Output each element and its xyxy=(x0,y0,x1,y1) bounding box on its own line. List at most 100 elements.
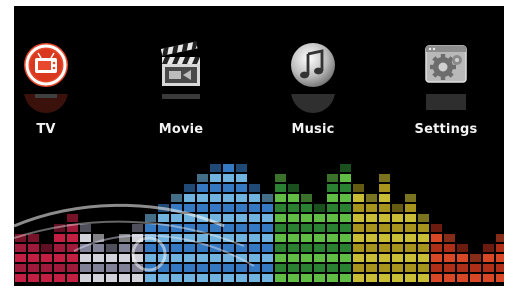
equalizer-cell xyxy=(470,274,481,282)
equalizer-cell xyxy=(444,274,455,282)
equalizer-cell xyxy=(275,234,286,242)
equalizer-cell xyxy=(15,274,26,282)
equalizer-cell xyxy=(197,194,208,202)
equalizer-cell xyxy=(327,184,338,192)
equalizer-cell xyxy=(340,194,351,202)
equalizer-cell xyxy=(340,264,351,272)
equalizer-cell xyxy=(327,274,338,282)
equalizer-cell xyxy=(275,214,286,222)
tv-icon xyxy=(21,40,71,90)
equalizer-cell xyxy=(80,234,91,242)
equalizer-cell xyxy=(132,274,143,282)
menu-item-tv[interactable]: TV xyxy=(14,36,101,156)
equalizer-cell xyxy=(41,254,52,262)
equalizer-cell xyxy=(249,184,260,192)
equalizer-cell xyxy=(184,254,195,262)
equalizer-cell xyxy=(54,264,65,272)
media-player-home-screen: TV Movie Music Settings xyxy=(14,6,504,286)
equalizer-cell xyxy=(301,224,312,232)
equalizer-cell xyxy=(275,244,286,252)
equalizer-cell xyxy=(353,224,364,232)
menu-label-music: Music xyxy=(291,122,335,137)
equalizer-cell xyxy=(171,254,182,262)
equalizer-cell xyxy=(67,234,78,242)
equalizer-cell xyxy=(327,194,338,202)
equalizer-cell xyxy=(119,274,130,282)
equalizer-cell xyxy=(236,184,247,192)
equalizer-cell xyxy=(483,264,494,272)
equalizer-cell xyxy=(457,264,468,272)
equalizer-cell xyxy=(457,244,468,252)
equalizer-cell xyxy=(275,274,286,282)
equalizer-cell xyxy=(288,264,299,272)
equalizer-cell xyxy=(67,264,78,272)
equalizer-cell xyxy=(301,214,312,222)
equalizer-cell xyxy=(80,264,91,272)
equalizer-cell xyxy=(470,264,481,272)
equalizer-cell xyxy=(223,184,234,192)
equalizer-cell xyxy=(275,174,286,182)
equalizer-cell xyxy=(93,254,104,262)
equalizer-cell xyxy=(483,274,494,282)
equalizer-cell xyxy=(379,194,390,202)
equalizer-cell xyxy=(184,274,195,282)
equalizer-cell xyxy=(392,274,403,282)
equalizer-cell xyxy=(392,204,403,212)
equalizer-cell xyxy=(210,164,221,172)
equalizer-cell xyxy=(327,204,338,212)
equalizer-cell xyxy=(210,254,221,262)
equalizer-cell xyxy=(275,224,286,232)
equalizer-cell xyxy=(314,234,325,242)
menu-item-music[interactable]: Music xyxy=(258,36,368,156)
equalizer-cell xyxy=(197,204,208,212)
equalizer-cell xyxy=(496,274,504,282)
equalizer-cell xyxy=(67,254,78,262)
equalizer-cell xyxy=(28,254,39,262)
equalizer-cell xyxy=(223,164,234,172)
equalizer-cell xyxy=(288,214,299,222)
equalizer-cell xyxy=(470,254,481,262)
equalizer-cell xyxy=(301,204,312,212)
equalizer-cell xyxy=(314,214,325,222)
equalizer-cell xyxy=(366,264,377,272)
equalizer-cell xyxy=(457,254,468,262)
equalizer-cell xyxy=(93,274,104,282)
equalizer-cell xyxy=(353,194,364,202)
equalizer-cell xyxy=(353,244,364,252)
equalizer-cell xyxy=(106,244,117,252)
equalizer-cell xyxy=(327,214,338,222)
equalizer-background-art xyxy=(14,164,504,282)
equalizer-cell xyxy=(210,184,221,192)
equalizer-cell xyxy=(327,224,338,232)
menu-item-settings[interactable]: Settings xyxy=(391,36,501,156)
equalizer-cell xyxy=(223,274,234,282)
menu-label-movie: Movie xyxy=(158,122,204,137)
equalizer-cell xyxy=(171,274,182,282)
equalizer-cell xyxy=(288,194,299,202)
equalizer-cell xyxy=(249,244,260,252)
equalizer-cell xyxy=(197,234,208,242)
equalizer-cell xyxy=(236,164,247,172)
equalizer-cell xyxy=(314,254,325,262)
equalizer-cell xyxy=(171,264,182,272)
equalizer-cell xyxy=(197,264,208,272)
menu-item-movie[interactable]: Movie xyxy=(126,36,236,156)
equalizer-cell xyxy=(379,234,390,242)
equalizer-cell xyxy=(145,224,156,232)
equalizer-cell xyxy=(431,234,442,242)
equalizer-cell xyxy=(28,264,39,272)
equalizer-cell xyxy=(392,214,403,222)
equalizer-cell xyxy=(418,214,429,222)
equalizer-cell xyxy=(119,264,130,272)
equalizer-cell xyxy=(431,244,442,252)
equalizer-cell xyxy=(379,204,390,212)
equalizer-cell xyxy=(353,204,364,212)
music-note-icon xyxy=(288,40,338,90)
music-note-icon-reflection xyxy=(288,94,338,116)
equalizer-cell xyxy=(288,184,299,192)
equalizer-cell xyxy=(275,254,286,262)
equalizer-cell xyxy=(288,204,299,212)
equalizer-cell xyxy=(275,194,286,202)
equalizer-cell xyxy=(184,194,195,202)
equalizer-cell xyxy=(340,254,351,262)
